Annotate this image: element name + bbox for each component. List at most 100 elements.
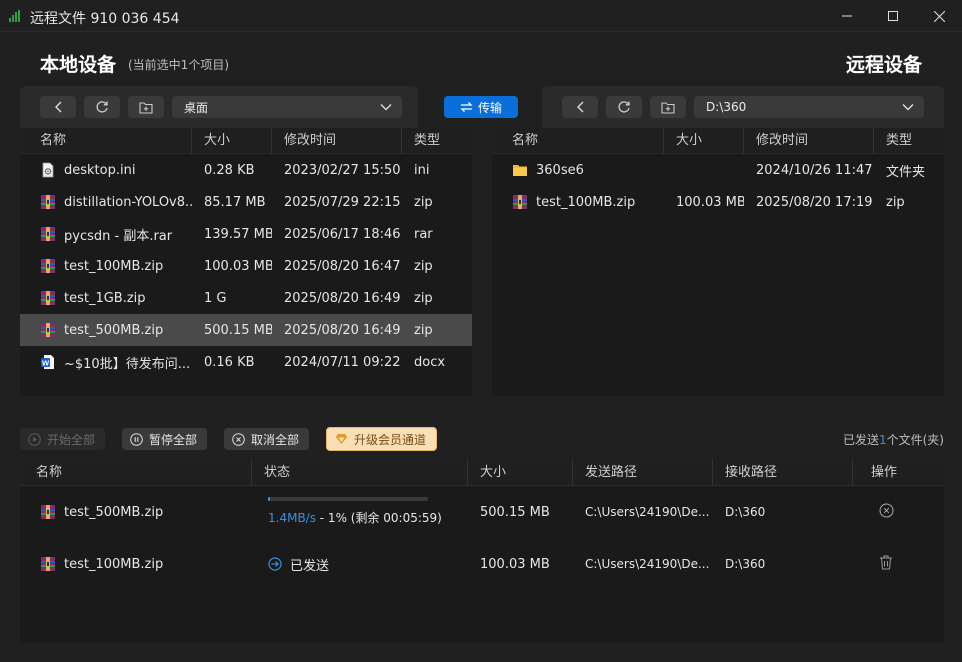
file-name: pycsdn - 副本.rar <box>64 228 173 244</box>
remote-device-heading: 远程设备 <box>845 54 922 76</box>
task-status-text: 已发送 <box>290 558 330 574</box>
file-size: 0.16 KB <box>204 354 255 370</box>
file-name: test_100MB.zip <box>64 258 164 274</box>
close-icon <box>933 10 945 22</box>
col-size[interactable]: 大小 <box>468 459 573 486</box>
task-speed: 1.4MB/s <box>268 511 316 525</box>
cancel-circle-icon[interactable] <box>879 503 894 518</box>
col-dest-path[interactable]: 接收路径 <box>713 459 853 486</box>
file-row[interactable]: pycsdn - 副本.rar 139.57 MB 2025/06/17 18:… <box>20 218 472 250</box>
file-modified: 2025/08/20 17:19 <box>756 194 873 210</box>
remote-new-folder-button[interactable] <box>650 96 686 118</box>
queue-row[interactable]: test_500MB.zip 1.4MB/s - 1% (剩余 00:05:59… <box>20 486 944 538</box>
remote-path-select[interactable]: D:\360 <box>694 96 924 118</box>
task-dest-path: D:\360 <box>725 505 766 519</box>
file-row[interactable]: W ~$10批】待发布问... 0.16 KB 2024/07/11 09:22 … <box>20 346 472 378</box>
file-type: zip <box>886 194 905 210</box>
folder-icon <box>513 165 527 176</box>
col-type[interactable]: 类型 <box>402 128 472 154</box>
file-row[interactable]: desktop.ini 0.28 KB 2023/02/27 15:50 ini <box>20 154 472 186</box>
trash-icon[interactable] <box>879 555 893 570</box>
file-name: 360se6 <box>536 162 584 178</box>
file-type: 文件夹 <box>886 164 926 180</box>
col-name[interactable]: 名称 <box>20 459 252 486</box>
title-bar: 远程文件 910 036 454 <box>0 0 962 32</box>
chevron-left-icon <box>577 101 584 113</box>
col-modified[interactable]: 修改时间 <box>272 127 402 154</box>
file-name: ~$10批】待发布问... <box>64 356 191 372</box>
archive-file-icon <box>41 557 55 571</box>
task-source-path: C:\Users\24190\De... <box>585 557 710 571</box>
col-type[interactable]: 类型 <box>874 128 944 154</box>
file-size: 85.17 MB <box>204 194 266 210</box>
close-button[interactable] <box>916 0 962 32</box>
col-name[interactable]: 名称 <box>20 127 192 154</box>
maximize-icon <box>888 11 898 21</box>
file-type: ini <box>414 162 430 178</box>
col-size[interactable]: 大小 <box>664 127 744 154</box>
task-status-cell: 1.4MB/s - 1% (剩余 00:05:59) <box>252 486 468 538</box>
file-name: desktop.ini <box>64 162 136 178</box>
file-type: rar <box>414 226 433 242</box>
local-path-select[interactable]: 桌面 <box>172 96 402 118</box>
task-dest-path: D:\360 <box>725 557 766 571</box>
local-file-table: 名称 大小 修改时间 类型 desktop.ini 0.28 KB 2023/0… <box>20 127 472 396</box>
task-progress-text: - 1% (剩余 00:05:59) <box>315 511 442 525</box>
signal-icon <box>9 10 20 22</box>
sent-count: 1 <box>878 433 887 447</box>
local-back-button[interactable] <box>40 96 76 118</box>
file-row[interactable]: distillation-YOLOv8.... 85.17 MB 2025/07… <box>20 186 472 218</box>
remote-refresh-button[interactable] <box>606 96 642 118</box>
svg-text:W: W <box>42 359 50 368</box>
task-size: 500.15 MB <box>480 504 550 520</box>
file-row[interactable]: test_1GB.zip 1 G 2025/08/20 16:49 zip <box>20 282 472 314</box>
task-action-cell <box>853 503 943 522</box>
file-row[interactable]: 360se6 2024/10/26 11:47 文件夹 <box>492 154 944 186</box>
minimize-button[interactable] <box>824 0 870 32</box>
file-modified: 2025/08/20 16:49 <box>284 290 401 306</box>
file-modified: 2024/10/26 11:47 <box>756 162 873 178</box>
file-name: test_100MB.zip <box>536 194 636 210</box>
col-name[interactable]: 名称 <box>492 127 664 154</box>
selection-note: (当前选中1个项目) <box>128 58 229 72</box>
file-type: docx <box>414 354 446 370</box>
queue-row[interactable]: test_100MB.zip 已发送 100.03 MB C:\Users\24… <box>20 538 944 590</box>
upgrade-vip-button[interactable]: 升级会员通道 <box>326 427 438 451</box>
file-type: zip <box>414 194 433 210</box>
pause-circle-icon <box>130 432 143 446</box>
file-modified: 2025/07/29 22:15 <box>284 194 401 210</box>
sent-summary-suffix: 个文件(夹) <box>886 433 944 447</box>
col-source-path[interactable]: 发送路径 <box>573 459 713 486</box>
file-name: distillation-YOLOv8.... <box>64 194 192 210</box>
file-type: zip <box>414 258 433 274</box>
file-row[interactable]: test_500MB.zip 500.15 MB 2025/08/20 16:4… <box>20 314 472 346</box>
progress-fill <box>268 497 270 501</box>
start-all-button[interactable]: 开始全部 <box>20 428 106 450</box>
archive-file-icon <box>41 323 55 337</box>
play-circle-icon <box>28 432 41 446</box>
sent-arrow-icon <box>268 557 282 571</box>
pause-all-button[interactable]: 暂停全部 <box>122 428 208 450</box>
file-name-cell: test_100MB.zip <box>20 258 192 274</box>
word-file-icon: W <box>41 355 54 369</box>
cancel-all-button[interactable]: 取消全部 <box>224 428 310 450</box>
remote-path-value: D:\360 <box>706 100 747 114</box>
file-row[interactable]: test_100MB.zip 100.03 MB 2025/08/20 16:4… <box>20 250 472 282</box>
maximize-button[interactable] <box>870 0 916 32</box>
col-size[interactable]: 大小 <box>192 127 272 154</box>
col-modified[interactable]: 修改时间 <box>744 127 874 154</box>
local-new-folder-button[interactable] <box>128 96 164 118</box>
archive-file-icon <box>41 291 55 305</box>
file-name-cell: distillation-YOLOv8.... <box>20 194 192 210</box>
transfer-queue-table: 名称 状态 大小 发送路径 接收路径 操作 test_500MB.zip 1.4… <box>20 459 944 642</box>
file-row[interactable]: test_100MB.zip 100.03 MB 2025/08/20 17:1… <box>492 186 944 218</box>
col-status[interactable]: 状态 <box>252 459 468 486</box>
remote-back-button[interactable] <box>562 96 598 118</box>
transfer-button[interactable]: 传输 <box>444 96 518 118</box>
sent-summary: 已发送1个文件(夹) <box>843 431 944 448</box>
cancel-all-label: 取消全部 <box>251 432 300 447</box>
file-size: 1 G <box>204 290 227 306</box>
col-action[interactable]: 操作 <box>853 460 943 486</box>
file-modified: 2023/02/27 15:50 <box>284 162 401 178</box>
local-refresh-button[interactable] <box>84 96 120 118</box>
